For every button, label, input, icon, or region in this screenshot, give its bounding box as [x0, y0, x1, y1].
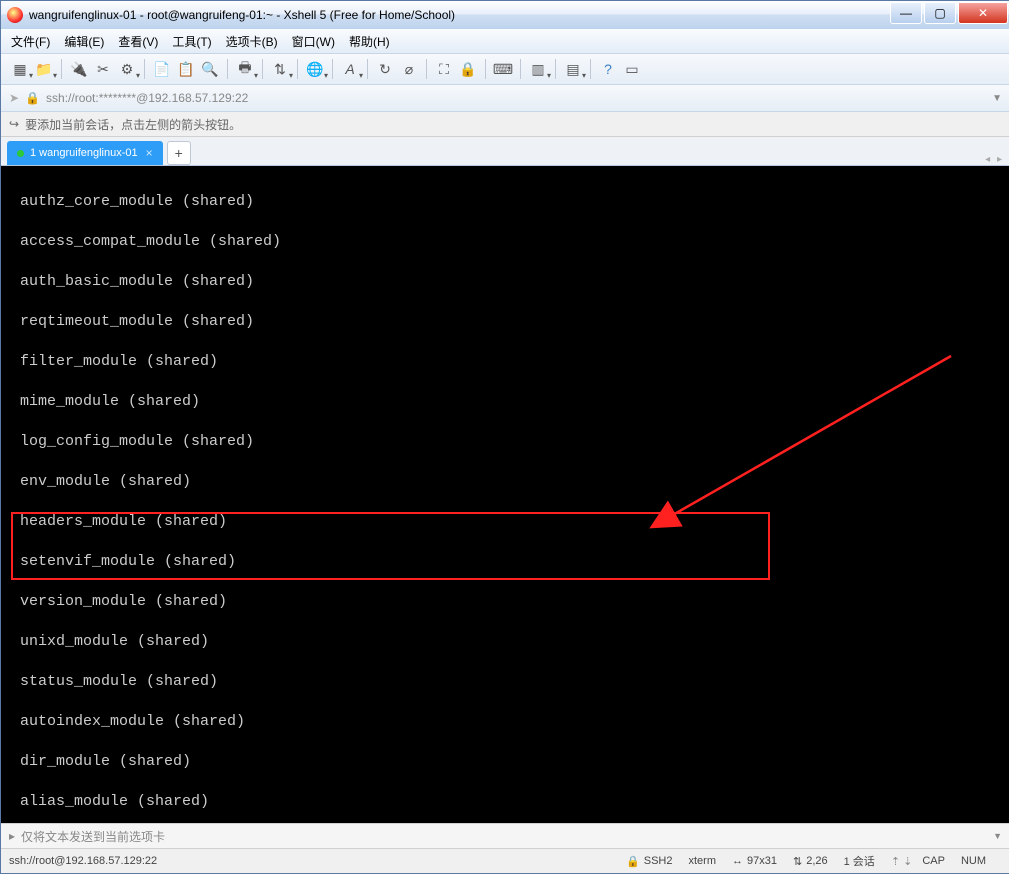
status-dot-icon [17, 150, 24, 157]
close-button[interactable]: ✕ [958, 2, 1008, 24]
size-icon: ↔ [732, 855, 743, 867]
separator [144, 59, 145, 79]
window-title: wangruifenglinux-01 - root@wangruifeng-0… [29, 8, 888, 22]
web-icon[interactable]: 🌐 [304, 58, 326, 80]
status-term: xterm [689, 855, 717, 867]
title-bar[interactable]: wangruifenglinux-01 - root@wangruifeng-0… [1, 1, 1009, 29]
separator [520, 59, 521, 79]
menu-tabs[interactable]: 选项卡(B) [226, 33, 278, 50]
status-num: NUM [961, 855, 986, 867]
tab-label: 1 wangruifenglinux-01 [30, 147, 138, 159]
font-icon[interactable]: A [339, 58, 361, 80]
about-icon[interactable]: ▭ [621, 58, 643, 80]
separator [332, 59, 333, 79]
term-line: version_module (shared) [11, 592, 1000, 612]
term-line: status_module (shared) [11, 672, 1000, 692]
updown-icon: ⇡ ⇣ [891, 855, 913, 868]
menu-view[interactable]: 查看(V) [118, 33, 158, 50]
help-icon[interactable]: ? [597, 58, 619, 80]
term-line: headers_module (shared) [11, 512, 1000, 532]
tab-nav-icon[interactable]: ◂ ▸ [985, 154, 1004, 165]
hint-bar: ↪ 要添加当前会话，点击左侧的箭头按钮。 [1, 112, 1009, 137]
print-icon[interactable]: 🖶 [234, 58, 256, 80]
tab-close-icon[interactable]: × [146, 146, 153, 160]
dropdown-icon[interactable]: ▼ [992, 93, 1002, 104]
addtab-icon[interactable]: ▥ [527, 58, 549, 80]
ssh-icon: 🔒 [626, 855, 640, 868]
status-size: 97x31 [747, 855, 777, 867]
send-bar[interactable]: ▸ 仅将文本发送到当前选项卡 ▼ [1, 823, 1009, 848]
find-icon[interactable]: 🔍 [199, 58, 221, 80]
lock-icon[interactable]: 🔒 [457, 58, 479, 80]
lock-icon: 🔒 [25, 91, 40, 105]
status-protocol: SSH2 [644, 855, 673, 867]
menu-help[interactable]: 帮助(H) [349, 33, 390, 50]
status-bar: ssh://root@192.168.57.129:22 🔒 SSH2 xter… [1, 848, 1009, 873]
address-url[interactable]: ssh://root:********@192.168.57.129:22 [46, 91, 992, 105]
term-line: unixd_module (shared) [11, 632, 1000, 652]
new-session-icon[interactable]: ▦ [9, 58, 31, 80]
term-line: reqtimeout_module (shared) [11, 312, 1000, 332]
separator [367, 59, 368, 79]
address-bar[interactable]: ➤ 🔒 ssh://root:********@192.168.57.129:2… [1, 85, 1009, 112]
reconnect-icon[interactable]: 🔌 [68, 58, 90, 80]
term-line: auth_basic_module (shared) [11, 272, 1000, 292]
terminal-pane[interactable]: authz_core_module (shared) access_compat… [1, 166, 1009, 823]
open-icon[interactable]: 📁 [33, 58, 55, 80]
term-line: env_module (shared) [11, 472, 1000, 492]
paste-icon[interactable]: 📋 [175, 58, 197, 80]
properties-icon[interactable]: ⚙ [116, 58, 138, 80]
term-line: alias_module (shared) [11, 792, 1000, 812]
menu-tools[interactable]: 工具(T) [172, 33, 211, 50]
hint-arrow-icon[interactable]: ↪ [9, 117, 19, 131]
pos-icon: ⇅ [793, 855, 802, 868]
send-dropdown-icon[interactable]: ▼ [993, 831, 1002, 841]
transfer-icon[interactable]: ⇅ [269, 58, 291, 80]
status-cap: CAP [922, 855, 945, 867]
status-pos: 2,26 [806, 855, 827, 867]
send-icon: ▸ [9, 829, 15, 843]
term-line: mime_module (shared) [11, 392, 1000, 412]
fullscreen-icon[interactable]: ⛶ [433, 58, 455, 80]
separator [426, 59, 427, 79]
app-icon [7, 7, 23, 23]
toolbar: ▦ 📁 🔌 ✂ ⚙ 📄 📋 🔍 🖶 ⇅ 🌐 A ↻ ⌀ ⛶ 🔒 ⌨ ▥ ▤ ? … [1, 54, 1009, 85]
maximize-button[interactable]: ▢ [924, 2, 956, 24]
copy-icon[interactable]: 📄 [151, 58, 173, 80]
menu-window[interactable]: 窗口(W) [292, 33, 335, 50]
separator [485, 59, 486, 79]
menu-file[interactable]: 文件(F) [11, 33, 50, 50]
term-line: access_compat_module (shared) [11, 232, 1000, 252]
app-window: wangruifenglinux-01 - root@wangruifeng-0… [0, 0, 1009, 874]
term-line: authz_core_module (shared) [11, 192, 1000, 212]
separator [590, 59, 591, 79]
tab-bar: 1 wangruifenglinux-01 × + ◂ ▸ [1, 137, 1009, 166]
term-line: autoindex_module (shared) [11, 712, 1000, 732]
hint-text: 要添加当前会话，点击左侧的箭头按钮。 [25, 116, 241, 133]
term-line: setenvif_module (shared) [11, 552, 1000, 572]
separator [61, 59, 62, 79]
status-sessions: 1 会话 [844, 853, 875, 869]
layout-icon[interactable]: ▤ [562, 58, 584, 80]
term-line: filter_module (shared) [11, 352, 1000, 372]
minimize-button[interactable]: — [890, 2, 922, 24]
keyboard-icon[interactable]: ⌨ [492, 58, 514, 80]
separator [227, 59, 228, 79]
separator [555, 59, 556, 79]
disconnect-icon[interactable]: ✂ [92, 58, 114, 80]
menu-bar: 文件(F) 编辑(E) 查看(V) 工具(T) 选项卡(B) 窗口(W) 帮助(… [1, 29, 1009, 54]
status-connection: ssh://root@192.168.57.129:22 [9, 855, 157, 867]
term-line: dir_module (shared) [11, 752, 1000, 772]
refresh-icon[interactable]: ↻ [374, 58, 396, 80]
new-tab-button[interactable]: + [167, 141, 191, 165]
separator [297, 59, 298, 79]
term-line: log_config_module (shared) [11, 432, 1000, 452]
window-buttons: — ▢ ✕ [888, 2, 1008, 22]
send-text: 仅将文本发送到当前选项卡 [21, 828, 165, 845]
addr-arrow-icon[interactable]: ➤ [9, 91, 19, 105]
script-icon[interactable]: ⌀ [398, 58, 420, 80]
menu-edit[interactable]: 编辑(E) [64, 33, 104, 50]
session-tab[interactable]: 1 wangruifenglinux-01 × [7, 141, 163, 165]
separator [262, 59, 263, 79]
